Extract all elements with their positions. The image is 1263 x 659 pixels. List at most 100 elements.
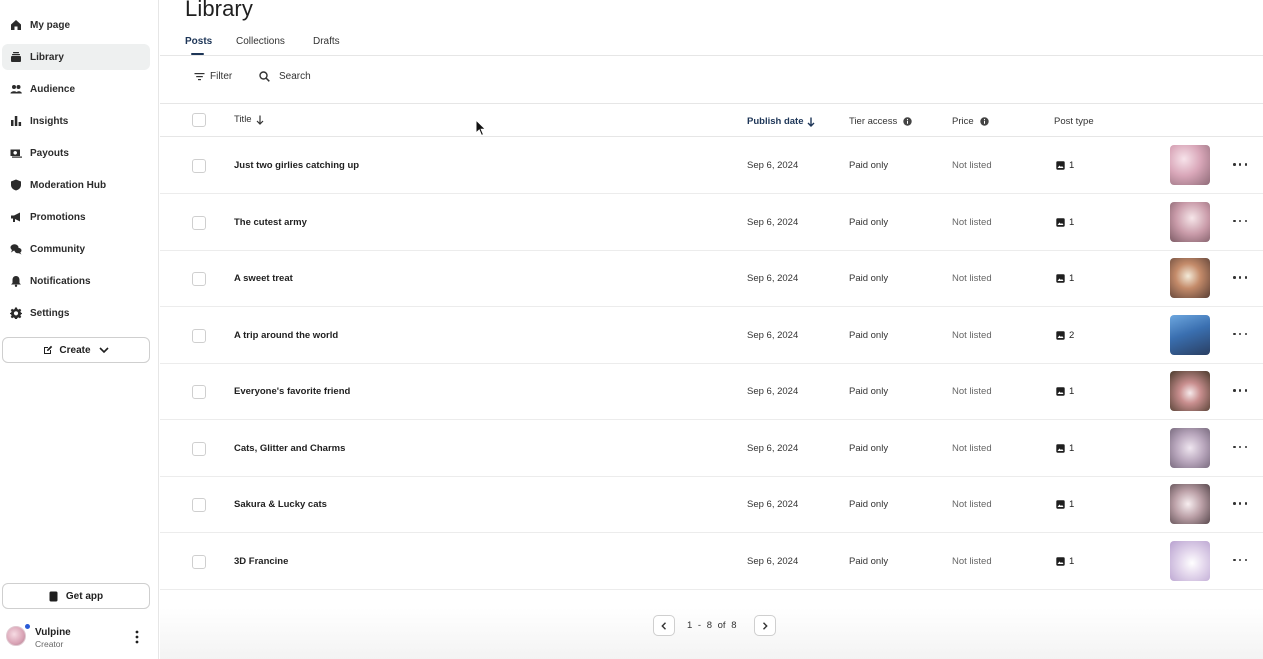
previous-page-button[interactable] [653, 615, 675, 636]
row-more-options-button[interactable] [1233, 388, 1247, 394]
table-row[interactable]: The cutest army Sep 6, 2024 Paid only Not l… [160, 194, 1263, 251]
post-title[interactable]: Sakura & Lucky cats [234, 499, 327, 510]
tab-posts[interactable]: Posts [185, 36, 212, 47]
post-thumbnail[interactable] [1170, 484, 1210, 524]
table-row[interactable]: Sakura & Lucky cats Sep 6, 2024 Paid only N… [160, 476, 1263, 533]
sidebar-item-audience[interactable]: Audience [2, 76, 150, 102]
sidebar-item-community[interactable]: Community [2, 236, 150, 262]
active-tab-indicator [191, 53, 204, 55]
tier-access: Paid only [849, 555, 889, 567]
filter-button[interactable]: Filter [194, 71, 232, 82]
sidebar-item-label: Audience [30, 83, 76, 95]
mouse-cursor-icon [475, 119, 487, 137]
dot [1244, 276, 1247, 279]
image-icon [1056, 387, 1065, 396]
table-row[interactable]: Cats, Glitter and Charms Sep 6, 2024 Paid … [160, 420, 1263, 477]
table-row[interactable]: Everyone's favorite friend Sep 6, 2024 Pai… [160, 363, 1263, 420]
tier-access: Paid only [849, 216, 889, 228]
table-row[interactable]: 3D Francine Sep 6, 2024 Paid only Not liste… [160, 533, 1263, 590]
post-title[interactable]: A sweet treat [234, 273, 293, 284]
sidebar-item-moderation-hub[interactable]: Moderation Hub [2, 172, 150, 198]
sidebar-item-label: Community [30, 243, 85, 255]
row-checkbox[interactable] [192, 385, 206, 399]
dot [1244, 389, 1247, 392]
get-app-button[interactable]: Get app [2, 583, 150, 609]
sidebar-item-payouts[interactable]: Payouts [2, 140, 150, 166]
post-title[interactable]: A trip around the world [234, 330, 338, 341]
online-status-dot [25, 624, 30, 629]
image-icon [1056, 217, 1065, 227]
column-publish-date-header[interactable]: Publish date [747, 116, 815, 127]
column-publish-date-label: Publish date [747, 116, 804, 127]
image-icon [1056, 500, 1065, 509]
publish-date: Sep 6, 2024 [747, 386, 799, 397]
tab-drafts[interactable]: Drafts [313, 36, 340, 47]
publish-date: Sep 6, 2024 [747, 273, 799, 284]
dot [1244, 219, 1247, 222]
post-title[interactable]: The cutest army [234, 217, 307, 228]
row-checkbox[interactable] [192, 159, 206, 173]
row-checkbox[interactable] [192, 215, 206, 230]
dot [1244, 445, 1247, 448]
row-more-options-button[interactable] [1233, 501, 1247, 507]
post-title[interactable]: Cats, Glitter and Charms [234, 443, 345, 454]
sidebar-item-my-page[interactable]: My page [2, 12, 150, 38]
column-title-header[interactable]: Title [234, 114, 264, 125]
next-page-button[interactable] [754, 615, 776, 636]
post-thumbnail[interactable] [1170, 371, 1210, 411]
user-profile[interactable]: Vulpine Creator [6, 624, 154, 652]
tier-access: Paid only [849, 499, 889, 510]
table-row[interactable]: A sweet treat Sep 6, 2024 Paid only Not lis… [160, 250, 1263, 307]
image-icon [1056, 443, 1065, 453]
tab-collections[interactable]: Collections [236, 36, 285, 47]
create-button[interactable]: Create [2, 337, 150, 363]
post-title[interactable]: Everyone's favorite friend [234, 386, 350, 397]
tab-bar: Posts Collections Drafts [160, 33, 1263, 56]
tier-access: Paid only [849, 386, 889, 397]
more-vertical-icon[interactable] [132, 630, 142, 644]
sidebar-item-notifications[interactable]: Notifications [2, 268, 150, 294]
row-more-options-button[interactable] [1233, 558, 1247, 564]
sidebar-item-library[interactable]: Library [2, 44, 150, 70]
row-checkbox[interactable] [192, 272, 206, 286]
row-checkbox[interactable] [192, 554, 206, 569]
row-more-options-button[interactable] [1233, 332, 1247, 338]
price: Not listed [952, 160, 992, 171]
row-checkbox[interactable] [192, 498, 206, 512]
search-button[interactable]: Search [259, 71, 311, 82]
info-icon[interactable] [903, 117, 912, 126]
post-title[interactable]: 3D Francine [234, 556, 288, 567]
dot [1233, 276, 1236, 279]
post-thumbnail[interactable] [1170, 258, 1210, 298]
filter-label: Filter [210, 71, 233, 82]
select-all-checkbox[interactable] [192, 113, 206, 127]
sidebar-item-insights[interactable]: Insights [2, 108, 150, 134]
post-type: 1 [1056, 160, 1074, 171]
publish-date: Sep 6, 2024 [747, 160, 799, 171]
post-thumbnail[interactable] [1170, 427, 1210, 468]
post-type: 1 [1056, 556, 1074, 567]
post-thumbnail[interactable] [1170, 540, 1210, 581]
sidebar-item-promotions[interactable]: Promotions [2, 204, 150, 230]
row-checkbox[interactable] [192, 328, 206, 343]
info-icon[interactable] [979, 117, 989, 126]
column-post-type-header: Post type [1054, 116, 1094, 127]
post-type: 1 [1056, 273, 1074, 284]
price: Not listed [952, 216, 992, 228]
post-thumbnail[interactable] [1170, 201, 1210, 242]
pagination-text: 1 - 8 of 8 [687, 620, 737, 631]
post-title[interactable]: Just two girlies catching up [234, 160, 359, 171]
sidebar-item-label: Library [30, 51, 64, 63]
row-more-options-button[interactable] [1233, 445, 1247, 451]
row-more-options-button[interactable] [1233, 162, 1247, 168]
post-type-count: 1 [1069, 273, 1075, 284]
row-more-options-button[interactable] [1233, 275, 1247, 281]
post-thumbnail[interactable] [1170, 314, 1210, 355]
table-row[interactable]: A trip around the world Sep 6, 2024 Paid o… [160, 307, 1263, 364]
sidebar-item-settings[interactable]: Settings [2, 300, 150, 326]
row-checkbox[interactable] [192, 441, 206, 456]
chat-icon [10, 243, 22, 255]
table-row[interactable]: Just two girlies catching up Sep 6, 2024 P… [160, 137, 1263, 194]
post-thumbnail[interactable] [1170, 145, 1210, 185]
row-more-options-button[interactable] [1233, 219, 1247, 225]
